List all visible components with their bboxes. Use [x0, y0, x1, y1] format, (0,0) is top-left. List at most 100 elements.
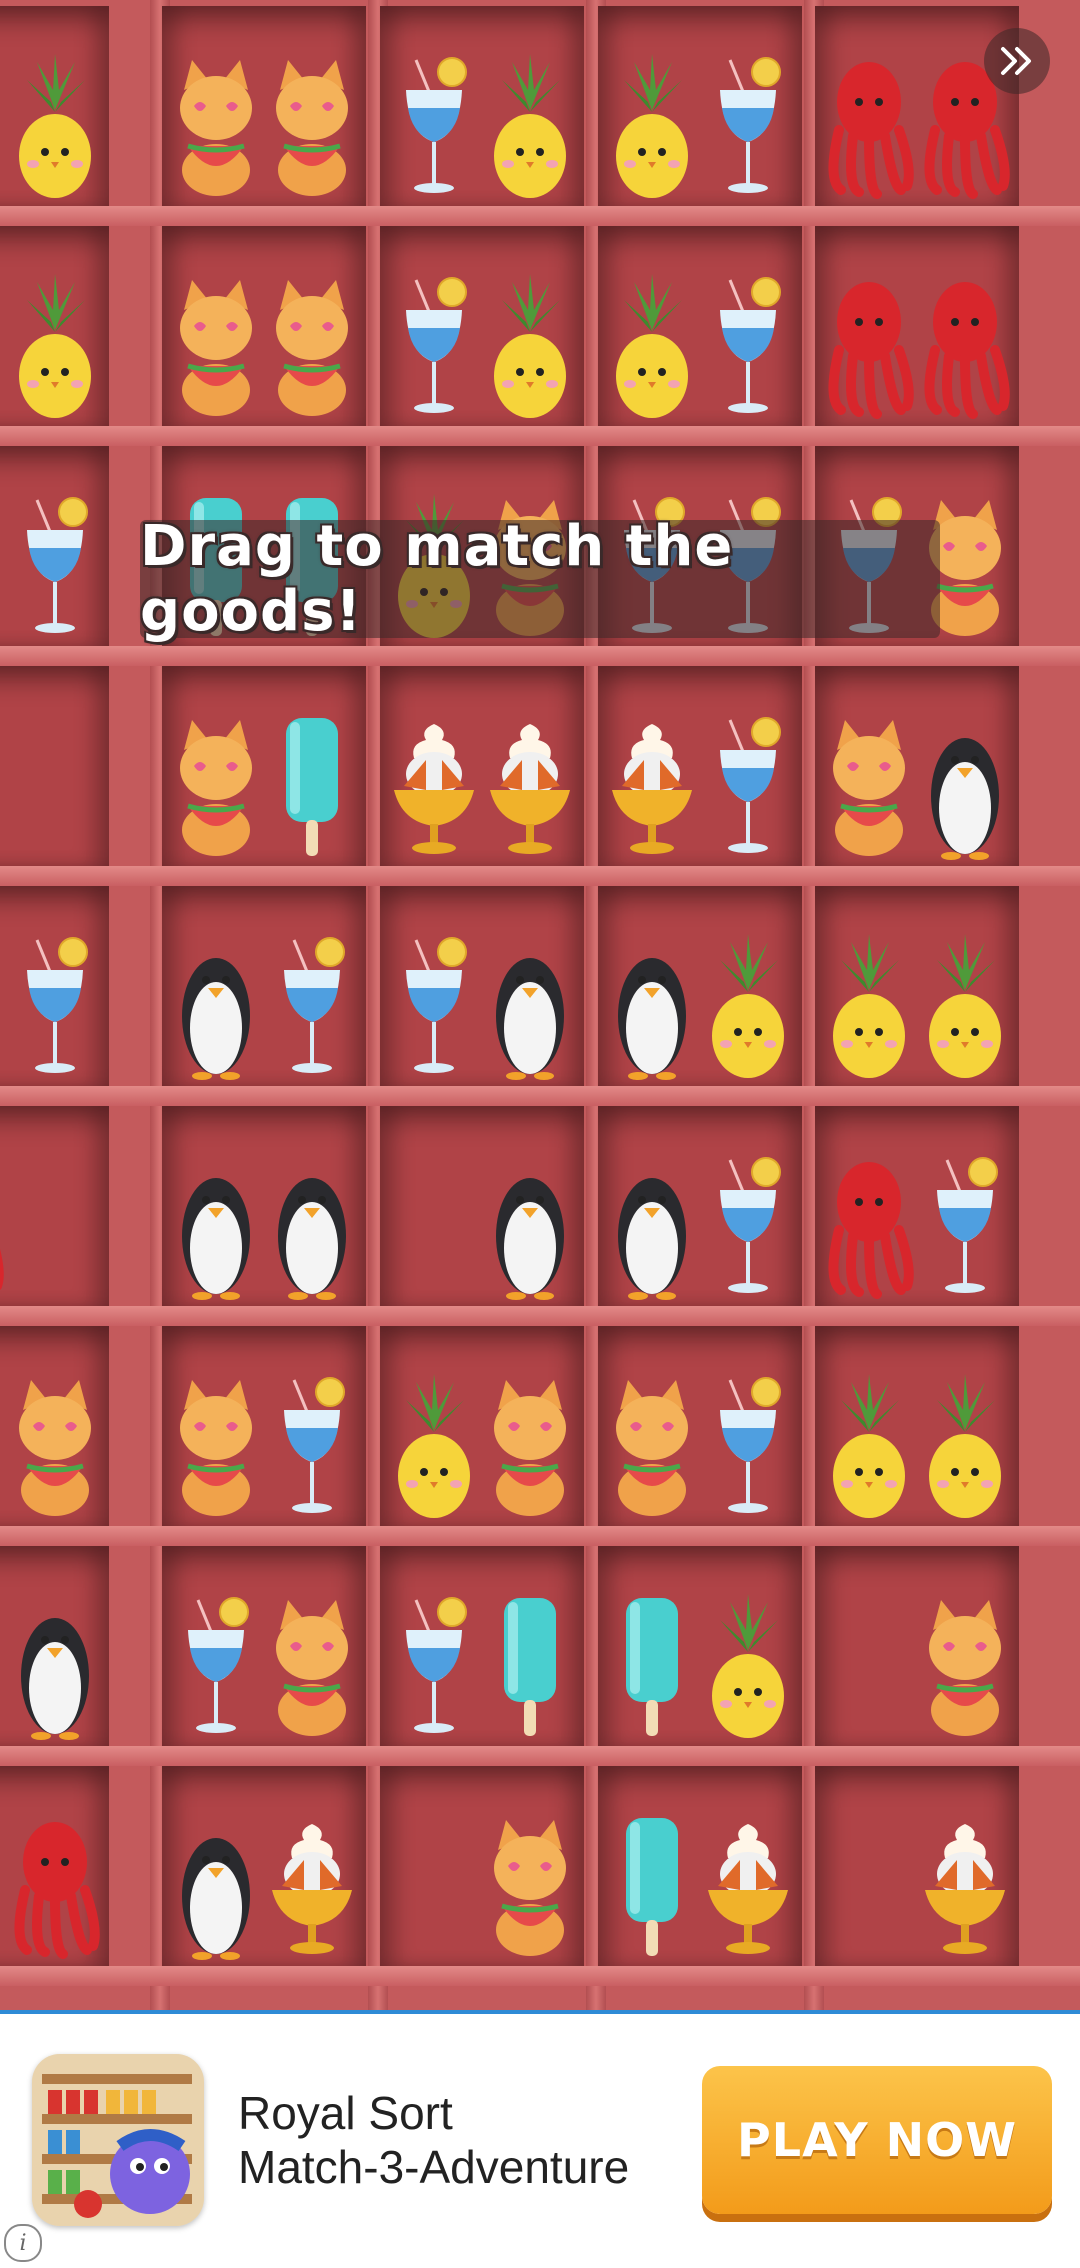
shelf-slot[interactable] [380, 226, 584, 428]
drink-item[interactable] [386, 50, 482, 200]
drink-item[interactable] [386, 270, 482, 420]
shelf-slot[interactable] [380, 1766, 584, 1968]
cat-item[interactable] [0, 490, 7, 640]
drink-item[interactable] [386, 1590, 482, 1740]
drink-item[interactable] [917, 1150, 1013, 1300]
shelf-slot[interactable] [0, 1106, 109, 1308]
octopus-item[interactable] [917, 270, 1013, 420]
cat-item[interactable] [168, 1370, 264, 1520]
cat-item[interactable] [168, 270, 264, 420]
cat-item[interactable] [482, 1370, 578, 1520]
shelf-slot[interactable] [815, 666, 1019, 868]
pineapple-item[interactable] [700, 1590, 796, 1740]
shelf-slot[interactable] [380, 1106, 584, 1308]
shelf-slot[interactable] [0, 226, 109, 428]
drink-item[interactable] [168, 1590, 264, 1740]
pineapple-item[interactable] [917, 1370, 1013, 1520]
pineapple-item[interactable] [604, 270, 700, 420]
shelf-slot[interactable] [162, 1546, 366, 1748]
shelf-slot[interactable] [0, 1766, 109, 1968]
penguin-item[interactable] [264, 1150, 360, 1300]
shelf-slot[interactable] [162, 886, 366, 1088]
octopus-item[interactable] [821, 50, 917, 200]
shelf-slot[interactable] [598, 1106, 802, 1308]
octopus-item[interactable] [821, 1150, 917, 1300]
cat-item[interactable] [917, 1590, 1013, 1740]
shelf-slot[interactable] [815, 1766, 1019, 1968]
cat-item[interactable] [482, 1810, 578, 1960]
drink-item[interactable] [700, 710, 796, 860]
shelf-slot[interactable] [162, 1106, 366, 1308]
penguin-item[interactable] [168, 1810, 264, 1960]
cat-item[interactable] [168, 50, 264, 200]
cat-item[interactable] [7, 1370, 103, 1520]
shelf-slot[interactable] [815, 6, 1019, 208]
shelf-slot[interactable] [162, 666, 366, 868]
cat-item[interactable] [264, 1590, 360, 1740]
shelf-slot[interactable] [598, 6, 802, 208]
cat-item[interactable] [264, 50, 360, 200]
shelf-slot[interactable] [815, 1546, 1019, 1748]
drink-item[interactable] [0, 50, 7, 200]
popsicle-item[interactable] [604, 1810, 700, 1960]
shelf-slot[interactable] [815, 1106, 1019, 1308]
drink-item[interactable] [700, 270, 796, 420]
icecream-item[interactable] [386, 710, 482, 860]
penguin-item[interactable] [917, 710, 1013, 860]
icecream-item[interactable] [917, 1810, 1013, 1960]
ad-subtitle[interactable]: Match-3-Adventure [238, 2140, 629, 2194]
game-board[interactable] [0, 0, 1080, 2010]
shelf-slot[interactable] [162, 1766, 366, 1968]
royal-sort-app-icon[interactable] [32, 2054, 204, 2226]
drink-item[interactable] [700, 1150, 796, 1300]
shelf-slot[interactable] [380, 1546, 584, 1748]
shelf-slot[interactable] [380, 666, 584, 868]
pineapple-item[interactable] [821, 1370, 917, 1520]
penguin-item[interactable] [482, 930, 578, 1080]
cat-item[interactable] [168, 710, 264, 860]
shelf-slot[interactable] [598, 1546, 802, 1748]
ad-title[interactable]: Royal Sort [238, 2086, 453, 2140]
shelf-slot[interactable] [380, 886, 584, 1088]
drink-item[interactable] [700, 1370, 796, 1520]
shelf-slot[interactable] [598, 886, 802, 1088]
shelf-slot[interactable] [598, 226, 802, 428]
penguin-item[interactable] [7, 1590, 103, 1740]
pineapple-item[interactable] [700, 930, 796, 1080]
pineapple-item[interactable] [917, 930, 1013, 1080]
shelf-slot[interactable] [380, 1326, 584, 1528]
drink-item[interactable] [7, 930, 103, 1080]
shelf-slot[interactable] [815, 1326, 1019, 1528]
icecream-item[interactable] [482, 710, 578, 860]
shelf-slot[interactable] [0, 446, 109, 648]
penguin-item[interactable] [482, 1150, 578, 1300]
penguin-item[interactable] [168, 930, 264, 1080]
drink-item[interactable] [700, 50, 796, 200]
pineapple-item[interactable] [386, 1370, 482, 1520]
icecream-item[interactable] [604, 710, 700, 860]
shelf-slot[interactable] [0, 1326, 109, 1528]
shelf-slot[interactable] [0, 886, 109, 1088]
penguin-item[interactable] [604, 930, 700, 1080]
icecream-item[interactable] [700, 1810, 796, 1960]
pineapple-item[interactable] [482, 270, 578, 420]
shelf-slot[interactable] [598, 1326, 802, 1528]
drink-item[interactable] [264, 1370, 360, 1520]
shelf-slot[interactable] [815, 886, 1019, 1088]
cat-item[interactable] [604, 1370, 700, 1520]
cat-item[interactable] [821, 710, 917, 860]
octopus-item[interactable] [0, 1150, 7, 1300]
octopus-item[interactable] [7, 1810, 103, 1960]
icecream-item[interactable] [264, 1810, 360, 1960]
drink-item[interactable] [386, 930, 482, 1080]
drink-item[interactable] [0, 930, 7, 1080]
pineapple-item[interactable] [482, 50, 578, 200]
penguin-item[interactable] [168, 1150, 264, 1300]
pineapple-item[interactable] [7, 270, 103, 420]
shelf-slot[interactable] [162, 226, 366, 428]
cat-item[interactable] [0, 1590, 7, 1740]
popsicle-item[interactable] [604, 1590, 700, 1740]
icecream-item[interactable] [0, 710, 7, 860]
penguin-item[interactable] [0, 1810, 7, 1960]
play-now-button[interactable]: PLAY NOW [702, 2066, 1052, 2214]
